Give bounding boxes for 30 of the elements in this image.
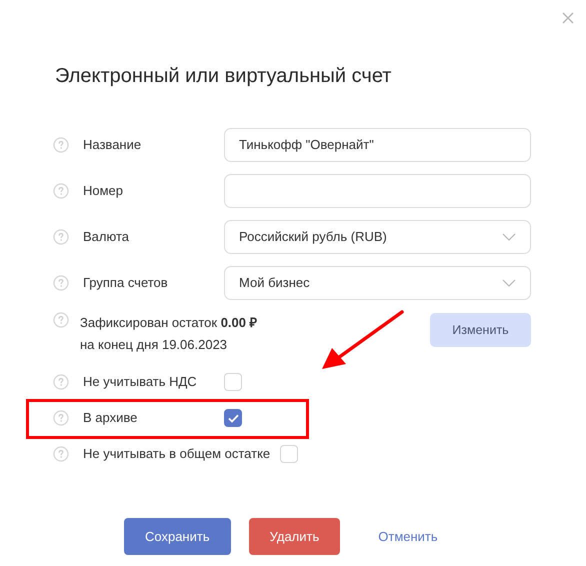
help-icon[interactable] [53,312,69,328]
field-label: Группа счетов [83,275,169,291]
checkbox-label: Не учитывать НДС [83,373,198,392]
field-label: Название [83,137,142,153]
cancel-link[interactable]: Отменить [358,518,458,556]
help-icon[interactable] [53,410,69,426]
checkbox-label: В архиве [83,409,138,428]
field-label: Номер [83,183,124,199]
input-field[interactable]: Тинькофф "Овернайт" [224,128,531,162]
checkmark-icon [228,414,238,423]
checkbox-label: Не учитывать в общем остатке [83,445,270,464]
change-button[interactable]: Изменить [430,313,531,347]
help-icon[interactable] [53,446,69,462]
checkbox[interactable] [224,409,242,428]
input-field[interactable] [224,174,531,208]
dialog-title: Электронный или виртуальный счет [55,64,392,89]
help-icon[interactable] [53,229,69,245]
help-icon[interactable] [53,374,69,390]
save-button[interactable]: Сохранить [124,518,231,556]
close-icon[interactable] [560,10,576,26]
chevron-down-icon [502,233,516,241]
select-field[interactable]: Российский рубль (RUB) [224,220,531,254]
balance-text: Зафиксирован остаток 0.00 ₽ на конец дня 19.06.2023 [80,314,259,354]
field-label: Валюта [83,229,130,245]
help-icon[interactable] [53,275,69,291]
chevron-down-icon [502,279,516,287]
help-icon[interactable] [53,137,69,153]
select-field[interactable]: Мой бизнес [224,266,531,300]
help-icon[interactable] [53,183,69,199]
delete-button[interactable]: Удалить [248,518,340,556]
